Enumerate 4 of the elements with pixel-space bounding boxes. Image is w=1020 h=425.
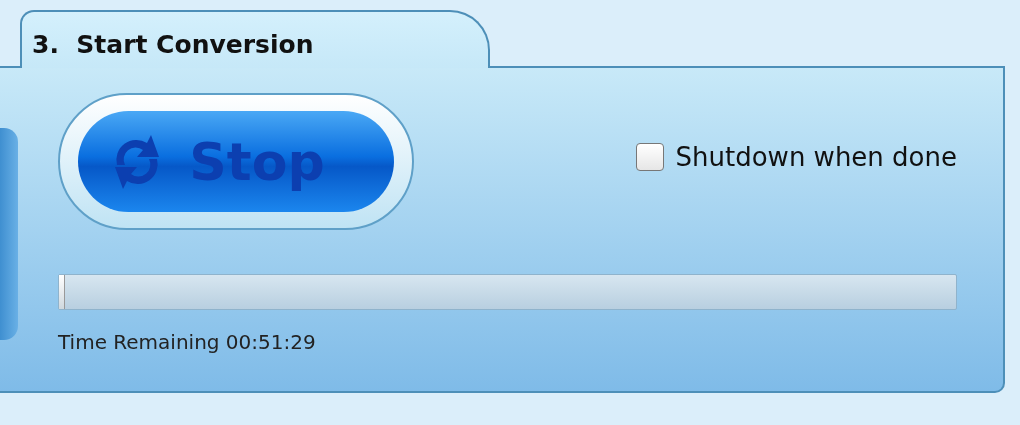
time-remaining: Time Remaining 00:51:29	[58, 330, 317, 354]
checkbox-label: Shutdown when done	[675, 141, 957, 172]
shutdown-checkbox[interactable]	[635, 142, 664, 171]
tab-title[interactable]: 3. Start Conversion	[20, 10, 490, 68]
